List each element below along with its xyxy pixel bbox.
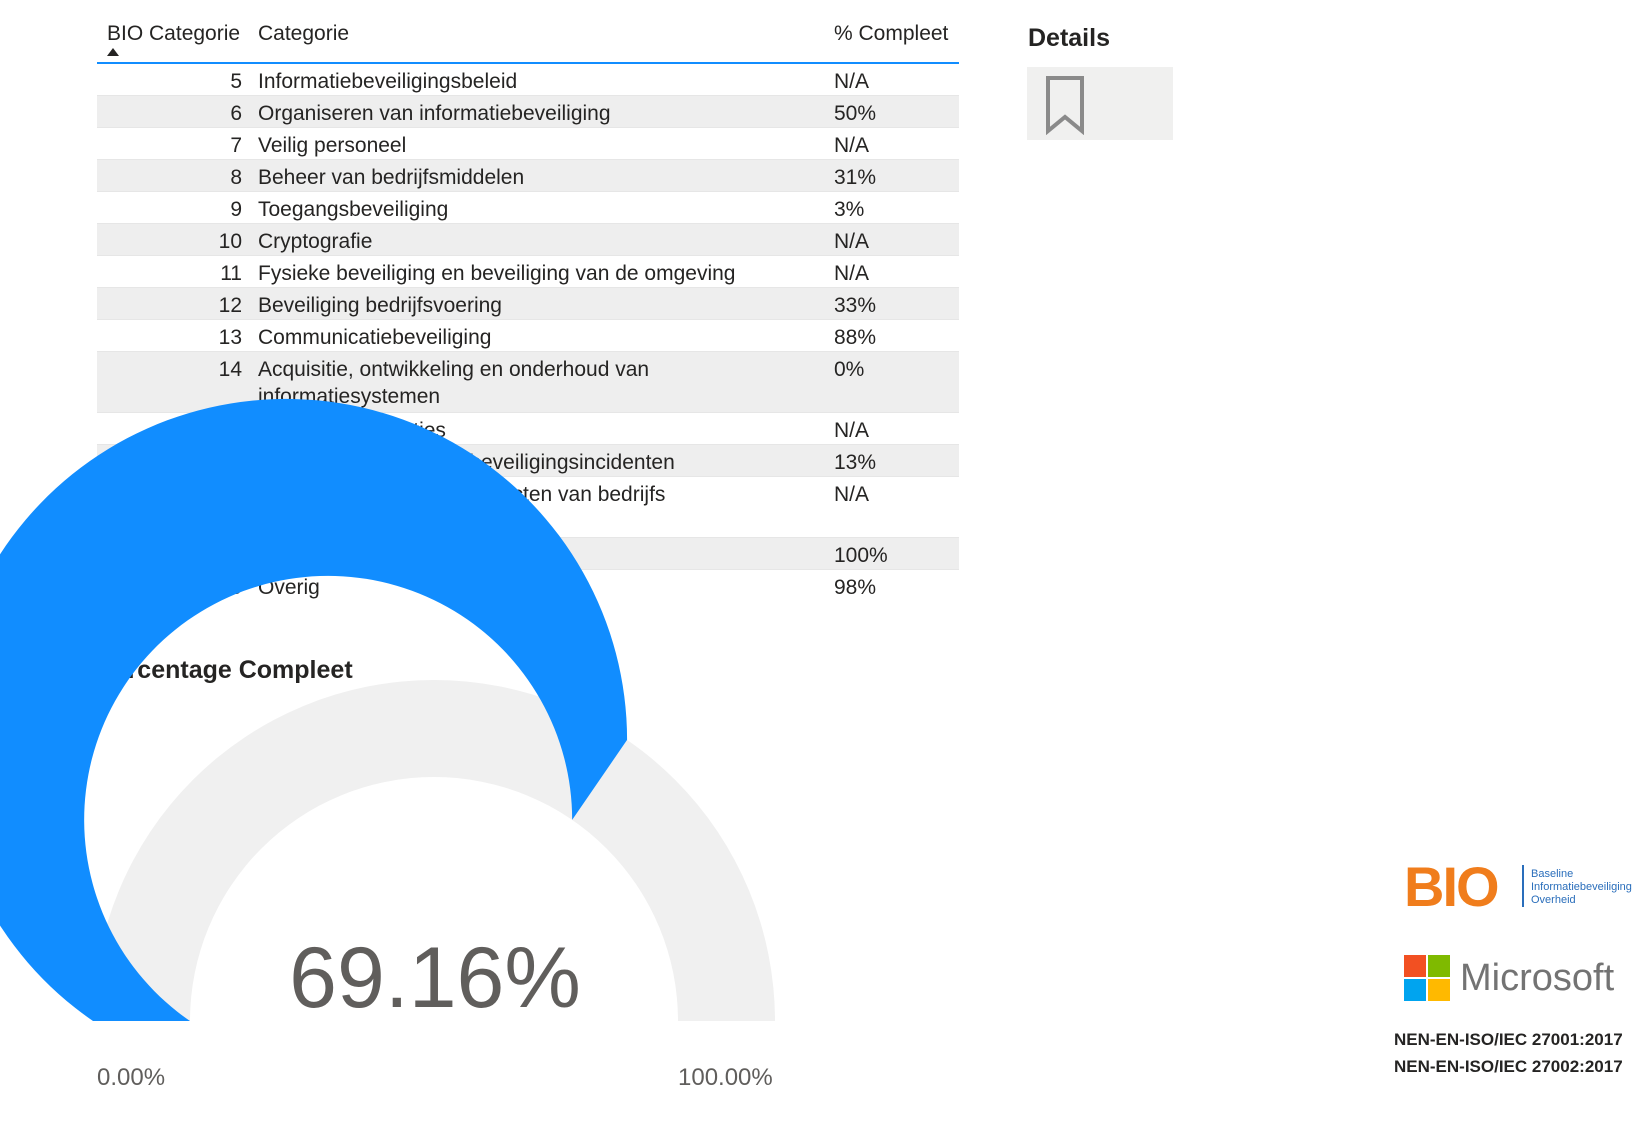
bio-logo-subtitle-line: Baseline (1531, 868, 1574, 880)
bio-logo-word: BIO (1404, 855, 1500, 918)
microsoft-logo: Microsoft (1404, 955, 1644, 1005)
bio-logo-subtitle-line: Informatiebeveiliging (1531, 881, 1632, 893)
gauge-value: 69.16% (289, 930, 581, 1026)
iso-standard-27002: NEN-EN-ISO/IEC 27002:2017 (1394, 1057, 1623, 1076)
microsoft-logo-word: Microsoft (1460, 957, 1615, 999)
iso-standard-27001: NEN-EN-ISO/IEC 27001:2017 (1394, 1030, 1623, 1049)
gauge-max-label: 100.00% (678, 1064, 773, 1091)
gauge-min-label: 0.00% (97, 1064, 166, 1091)
microsoft-squares-icon (1404, 955, 1450, 1001)
bio-logo-subtitle: Baseline Informatiebeveiliging Overheid (1531, 868, 1632, 907)
bio-logo-divider (1522, 865, 1524, 907)
bio-logo-subtitle-line: Overheid (1531, 894, 1576, 906)
bio-logo: BIO Baseline Informatiebeveiliging Overh… (1404, 855, 1644, 918)
